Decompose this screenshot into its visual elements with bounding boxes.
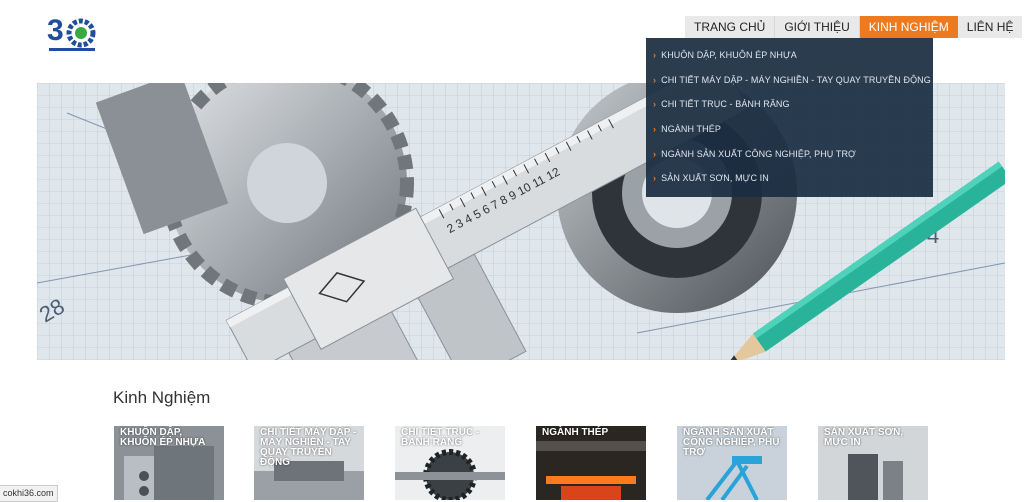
dropdown-item-label: CHI TIẾT TRỤC - BÁNH RĂNG	[661, 99, 790, 109]
chevron-right-icon: ›	[653, 124, 657, 134]
chevron-right-icon: ›	[653, 173, 657, 183]
chevron-right-icon: ›	[653, 99, 657, 109]
card-label: KHUÔN DẬP, KHUÔN ÉP NHỰA	[120, 427, 206, 448]
chevron-right-icon: ›	[653, 149, 657, 159]
card-label: NGÀNH THÉP	[542, 427, 609, 438]
card-nganh-san-xuat[interactable]: NGÀNH SẢN XUẤT CÔNG NGHIỆP, PHỤ TRỢ	[677, 426, 787, 500]
dropdown-item-chi-tiet-truc[interactable]: › CHI TIẾT TRỤC - BÁNH RĂNG	[653, 99, 790, 109]
nav-trang-chu[interactable]: TRANG CHỦ	[685, 16, 775, 38]
dropdown-item-nganh-san-xuat[interactable]: › NGÀNH SẢN XUẤT CÔNG NGHIỆP, PHỤ TRỢ	[653, 149, 856, 159]
dropdown-item-label: SẢN XUẤT SƠN, MỰC IN	[661, 173, 769, 183]
main-nav: TRANG CHỦ GIỚI THIỆU KINH NGHIỆM LIÊN HỆ	[685, 16, 1023, 38]
card-label: CHI TIẾT MÁY DẬP - MÁY NGHIỀN - TAY QUAY…	[260, 427, 357, 468]
dropdown-item-chi-tiet-may-dap[interactable]: › CHI TIẾT MÁY DẬP - MÁY NGHIỀN - TAY QUA…	[653, 75, 931, 85]
svg-text:3: 3	[47, 14, 64, 47]
card-khuon-dap[interactable]: KHUÔN DẬP, KHUÔN ÉP NHỰA	[114, 426, 224, 500]
nav-gioi-thieu[interactable]: GIỚI THIỆU	[774, 16, 859, 38]
card-chi-tiet-may-dap[interactable]: CHI TIẾT MÁY DẬP - MÁY NGHIỀN - TAY QUAY…	[254, 426, 364, 500]
card-label: NGÀNH SẢN XUẤT CÔNG NGHIỆP, PHỤ TRỢ	[683, 427, 780, 458]
chevron-right-icon: ›	[653, 50, 657, 60]
section-title: Kinh Nghiệm	[113, 388, 211, 407]
dropdown-item-label: CHI TIẾT MÁY DẬP - MÁY NGHIỀN - TAY QUAY…	[661, 75, 931, 85]
dropdown-item-khuon-dap[interactable]: › KHUÔN DẬP, KHUÔN ÉP NHỰA	[653, 50, 797, 60]
dropdown-item-label: KHUÔN DẬP, KHUÔN ÉP NHỰA	[661, 50, 797, 60]
kinh-nghiem-dropdown: › KHUÔN DẬP, KHUÔN ÉP NHỰA › CHI TIẾT MÁY …	[646, 38, 933, 197]
dropdown-item-san-xuat-son[interactable]: › SẢN XUẤT SƠN, MỰC IN	[653, 173, 769, 183]
status-bar-url: cokhi36.com	[0, 485, 58, 502]
nav-lien-he[interactable]: LIÊN HỆ	[957, 16, 1023, 38]
dropdown-item-nganh-thep[interactable]: › NGÀNH THÉP	[653, 124, 721, 134]
card-nganh-thep[interactable]: NGÀNH THÉP	[536, 426, 646, 500]
card-label: SẢN XUẤT SƠN, MỰC IN	[824, 427, 904, 448]
nav-kinh-nghiem[interactable]: KINH NGHIỆM	[858, 16, 958, 38]
dropdown-item-label: NGÀNH SẢN XUẤT CÔNG NGHIỆP, PHỤ TRỢ	[661, 149, 856, 159]
card-chi-tiet-truc[interactable]: CHI TIẾT TRỤC - BÁNH RĂNG	[395, 426, 505, 500]
card-san-xuat-son[interactable]: SẢN XUẤT SƠN, MỰC IN	[818, 426, 928, 500]
card-label: CHI TIẾT TRỤC - BÁNH RĂNG	[401, 427, 480, 448]
site-logo[interactable]: 3	[47, 10, 97, 54]
dropdown-item-label: NGÀNH THÉP	[661, 124, 721, 134]
chevron-right-icon: ›	[653, 75, 657, 85]
